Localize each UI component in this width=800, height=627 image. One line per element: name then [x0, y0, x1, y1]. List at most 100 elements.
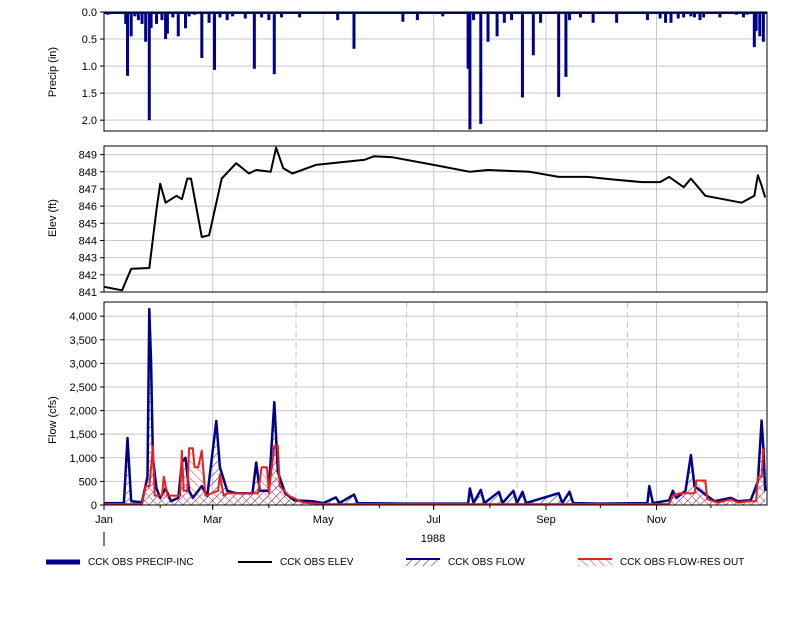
- precip-ytick-label: 0.0: [82, 7, 97, 19]
- precip-bar: [126, 12, 130, 76]
- legend-item-flow: CCK OBS FLOW: [406, 552, 525, 572]
- precip-bar: [664, 12, 668, 23]
- precip-axis-title: Precip (in): [47, 47, 59, 97]
- precip-bar: [415, 12, 419, 21]
- elev-ytick-label: 842: [79, 270, 97, 282]
- precip-ytick-label: 1.5: [82, 88, 97, 100]
- x-tick-label: May: [313, 514, 334, 526]
- legend-swatch-elev: [238, 557, 274, 567]
- precip-bar: [272, 12, 276, 75]
- precip-bar: [336, 12, 340, 21]
- precip-bar: [200, 12, 204, 58]
- elev-ytick-label: 841: [79, 287, 97, 299]
- legend: CCK OBS PRECIP-INC CCK OBS ELEV CCK OBS …: [0, 552, 800, 576]
- precip-bar: [267, 12, 271, 21]
- legend-item-precip: CCK OBS PRECIP-INC: [46, 552, 194, 572]
- precip-bar: [698, 12, 702, 21]
- precip-bar: [140, 12, 144, 24]
- precip-panel: Precip (in) 0.0 0.5 1.0 1.5 2.0: [47, 7, 768, 132]
- precip-bar: [578, 12, 582, 18]
- elev-panel: Elev (ft) 841 842 843 844 845 846 847 848 849: [47, 145, 768, 299]
- year-label: 1988: [421, 533, 445, 545]
- elev-ytick-label: 843: [79, 253, 97, 265]
- precip-bar: [486, 12, 490, 42]
- precip-bar: [754, 12, 758, 31]
- precip-bar: [689, 12, 693, 17]
- elev-ytick-label: 848: [79, 167, 97, 179]
- precip-ytick-label: 2.0: [82, 115, 97, 127]
- precip-bar: [401, 12, 405, 22]
- x-tick-label: Nov: [647, 514, 667, 526]
- precip-bar: [693, 12, 697, 18]
- precip-bar: [441, 12, 445, 17]
- precip-bar: [149, 12, 153, 29]
- elev-ytick-label: 845: [79, 218, 97, 230]
- time-axis: 1988 Jan Mar May Jul Sep Nov: [95, 505, 712, 546]
- precip-bar: [676, 12, 680, 19]
- precip-bar: [136, 12, 140, 21]
- precip-bar: [472, 12, 476, 21]
- precip-plot-area: [104, 12, 767, 131]
- flow-ytick-label: 2,000: [69, 406, 97, 418]
- precip-bar: [252, 12, 256, 69]
- x-tick-label: Sep: [536, 514, 556, 526]
- precip-bar: [171, 12, 175, 18]
- precip-bar: [144, 12, 148, 42]
- elev-axis-title: Elev (ft): [47, 199, 59, 237]
- flow-ytick-label: 4,000: [69, 311, 97, 323]
- precip-bar: [502, 12, 506, 23]
- elev-ytick-label: 847: [79, 184, 97, 196]
- precip-bar: [155, 12, 159, 24]
- precip-bar: [260, 12, 264, 18]
- precip-bar: [165, 12, 169, 34]
- precip-bar: [761, 12, 765, 42]
- precip-bar: [187, 12, 191, 17]
- x-tick-label: Jul: [427, 514, 441, 526]
- x-tick-label: Mar: [203, 514, 222, 526]
- flow-ytick-label: 2,500: [69, 382, 97, 394]
- precip-bar: [280, 12, 284, 18]
- precip-bar: [218, 12, 222, 18]
- precip-bar: [207, 12, 211, 23]
- flow-panel: Flow (cfs) 0 500 1,000 1,500 2,000 2,500 3,000…: [47, 301, 768, 512]
- precip-bar: [225, 12, 229, 21]
- elev-plot-area: [104, 146, 767, 292]
- precip-bar: [645, 12, 649, 21]
- legend-item-elev: CCK OBS ELEV: [238, 552, 353, 572]
- precip-bar: [702, 12, 706, 18]
- precip-ytick-label: 0.5: [82, 34, 97, 46]
- flow-axis-title: Flow (cfs): [47, 396, 59, 444]
- legend-label-elev: CCK OBS ELEV: [280, 556, 354, 568]
- precip-bar: [133, 12, 137, 17]
- precip-bar: [758, 12, 762, 37]
- flow-ytick-label: 3,000: [69, 358, 97, 370]
- precip-bar: [176, 12, 180, 37]
- precip-bar: [243, 12, 247, 19]
- flow-ytick-label: 500: [79, 476, 97, 488]
- precip-bar: [468, 12, 472, 130]
- legend-label-precip: CCK OBS PRECIP-INC: [88, 556, 194, 568]
- precip-bar: [557, 12, 561, 97]
- x-tick-label: Jan: [95, 514, 113, 526]
- precip-bar: [495, 12, 499, 37]
- precip-bar: [352, 12, 356, 49]
- precip-bar: [682, 12, 686, 18]
- precip-bar: [479, 12, 483, 124]
- precip-bar: [520, 12, 524, 98]
- flow-ytick-label: 0: [91, 500, 97, 512]
- precip-bar: [539, 12, 543, 23]
- legend-swatch-resout: [578, 557, 614, 567]
- elev-ytick-label: 846: [79, 201, 97, 213]
- precip-bar: [213, 12, 216, 70]
- legend-label-resout: CCK OBS FLOW-RES OUT: [620, 556, 745, 568]
- legend-label-flow: CCK OBS FLOW: [448, 556, 525, 568]
- precip-bar: [510, 12, 514, 21]
- flow-ytick-label: 1,500: [69, 429, 97, 441]
- precip-bar: [718, 12, 722, 18]
- flow-ytick-label: 1,000: [69, 453, 97, 465]
- flow-ytick-label: 3,500: [69, 335, 97, 347]
- precip-bar: [184, 12, 188, 29]
- precip-bar: [615, 12, 619, 23]
- precip-bar: [564, 12, 568, 77]
- precip-bar: [669, 12, 673, 23]
